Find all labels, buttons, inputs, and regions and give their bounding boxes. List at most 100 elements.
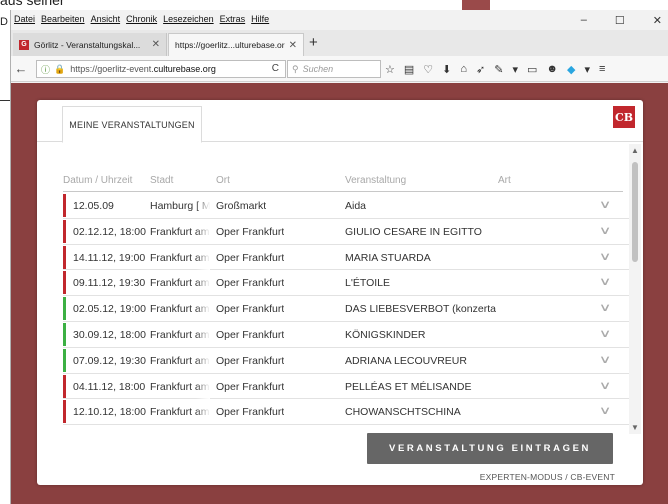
maximize-button[interactable]: ☐: [615, 14, 625, 27]
scroll-down-icon[interactable]: ▼: [631, 423, 639, 432]
cell-ort: Großmarkt: [216, 200, 267, 212]
tab-close-icon[interactable]: ✕: [289, 40, 297, 51]
table-row[interactable]: 12.05.09 Hamburg [ Mo Großmarkt Aida ∨: [63, 193, 629, 219]
scrollbar[interactable]: ▲ ▼: [629, 144, 641, 434]
status-bar: [63, 271, 66, 295]
table-row[interactable]: 07.09.12, 19:30 Frankfurt am Oper Frankfur…: [63, 347, 629, 374]
tab-bar: G Görlitz - Veranstaltungskal... ✕ https…: [11, 30, 668, 56]
menu-ansicht[interactable]: Ansicht: [88, 14, 124, 24]
status-bar: [63, 322, 66, 346]
cell-ort: Oper Frankfurt: [216, 354, 285, 367]
chevron-down-icon[interactable]: ∨: [599, 404, 612, 417]
scroll-up-icon[interactable]: ▲: [631, 146, 639, 155]
table-header: Datum / Uhrzeit Stadt Ort Veranstaltung …: [63, 172, 623, 192]
chevron-down-icon[interactable]: ∨: [599, 275, 612, 288]
reload-icon[interactable]: C: [272, 63, 279, 74]
cell-ort: Oper Frankfurt: [216, 225, 285, 238]
column-veranstaltung[interactable]: Veranstaltung: [345, 175, 406, 186]
chevron-down-icon[interactable]: ∨: [599, 353, 612, 366]
minimize-button[interactable]: –: [581, 14, 587, 26]
tab-close-icon[interactable]: ✕: [152, 39, 160, 50]
browser-window: Datei Bearbeiten Ansicht Chronik Lesezei…: [10, 10, 668, 504]
navigation-bar: ← ⓘ 🔒 https://goerlitz-event. culturebase…: [11, 56, 668, 82]
cell-datum: 04.11.12, 18:00: [73, 380, 146, 393]
events-panel: MEINE VERANSTALTUNGEN CB Datum / Uhrzeit…: [37, 100, 643, 485]
menu-hilfe[interactable]: Hilfe: [248, 14, 272, 24]
cell-ort: Oper Frankfurt: [216, 406, 285, 419]
table-row[interactable]: 30.09.12, 18:00 Frankfurt am Oper Frankfur…: [63, 321, 629, 348]
text-fade: [196, 373, 210, 399]
download-icon[interactable]: ⬇: [442, 63, 451, 76]
menu-datei[interactable]: Datei: [11, 14, 38, 24]
scrollbar-thumb[interactable]: [632, 162, 638, 262]
close-window-button[interactable]: ✕: [653, 14, 662, 27]
menu-chronik[interactable]: Chronik: [123, 14, 160, 24]
text-fade: [196, 347, 210, 373]
toolbar-icons: ☆ ▤ ♡ ⬇ ⌂ ➶ ✎ ▾ ▭ ☻ ◆ ▾ ≡: [385, 60, 605, 78]
extension-icon[interactable]: ◆: [567, 63, 575, 76]
cell-veranstaltung: KÖNIGSKINDER: [345, 328, 426, 341]
screenshot-icon[interactable]: ▭: [527, 63, 537, 76]
add-event-button[interactable]: VERANSTALTUNG EINTRAGEN: [367, 433, 613, 464]
tab-label: https://goerlitz...ulturebase.org/: [175, 40, 285, 50]
column-stadt[interactable]: Stadt: [150, 175, 173, 186]
tab-meine-veranstaltungen[interactable]: MEINE VERANSTALTUNGEN: [62, 106, 202, 143]
send-icon[interactable]: ➶: [476, 63, 485, 76]
status-bar: [63, 297, 66, 321]
table-row[interactable]: 02.05.12, 19:00 Frankfurt am Oper Frankfur…: [63, 296, 629, 322]
chevron-down-icon[interactable]: ∨: [599, 301, 612, 314]
dropdown-icon[interactable]: ▾: [584, 63, 590, 76]
table-row[interactable]: 14.11.12, 19:00 Frankfurt am Oper Frankfur…: [63, 244, 629, 271]
events-table: 12.05.09 Hamburg [ Mo Großmarkt Aida ∨ 02.12.…: [63, 193, 629, 426]
search-placeholder: Suchen: [302, 64, 334, 74]
cell-veranstaltung: CHOWANSCHTSCHINA: [345, 406, 461, 419]
back-arrow-icon[interactable]: ←: [11, 61, 31, 76]
menu-bearbeiten[interactable]: Bearbeiten: [38, 14, 88, 24]
cell-datum: 02.05.12, 19:00: [73, 303, 146, 316]
menu-extras[interactable]: Extras: [217, 14, 249, 24]
cell-datum: 12.10.12, 18:00: [73, 406, 146, 419]
dropdown-icon[interactable]: ▾: [512, 63, 518, 76]
tab-goerlitz[interactable]: G Görlitz - Veranstaltungskal... ✕: [13, 33, 167, 56]
cell-datum: 02.12.12, 18:00: [73, 225, 146, 238]
pen-icon[interactable]: ✎: [494, 63, 503, 76]
tab-culturebase[interactable]: https://goerlitz...ulturebase.org/ ✕: [168, 33, 304, 56]
column-ort[interactable]: Ort: [216, 175, 230, 186]
chevron-down-icon[interactable]: ∨: [599, 224, 612, 237]
table-row[interactable]: 02.12.12, 18:00 Frankfurt am Oper Frankfur…: [63, 218, 629, 245]
lock-icon[interactable]: 🔒: [54, 64, 65, 75]
hamburger-menu-icon[interactable]: ≡: [599, 63, 605, 75]
cell-datum: 14.11.12, 19:00: [73, 251, 146, 264]
menu-lesezeichen[interactable]: Lesezeichen: [160, 14, 217, 24]
cell-ort: Oper Frankfurt: [216, 328, 285, 341]
chevron-down-icon[interactable]: ∨: [599, 327, 612, 340]
info-icon[interactable]: ⓘ: [41, 63, 50, 76]
reader-icon[interactable]: ▤: [404, 63, 414, 76]
cell-datum: 30.09.12, 18:00: [73, 328, 146, 341]
new-tab-button[interactable]: +: [309, 34, 318, 51]
cell-veranstaltung: L'ÉTOILE: [345, 277, 390, 290]
column-datum[interactable]: Datum / Uhrzeit: [63, 175, 132, 186]
panel-tabs: MEINE VERANSTALTUNGEN CB: [37, 100, 643, 143]
culturebase-logo: CB: [613, 106, 635, 128]
search-input[interactable]: ⚲ Suchen: [287, 60, 381, 78]
emoji-icon[interactable]: ☻: [546, 63, 558, 75]
status-bar: [63, 400, 66, 424]
home-icon[interactable]: ⌂: [460, 63, 467, 75]
expert-mode-link[interactable]: EXPERTEN-MODUS / CB-EVENT: [480, 472, 615, 482]
column-art[interactable]: Art: [498, 175, 511, 186]
table-row[interactable]: 09.11.12, 19:30 Frankfurt am Oper Frankfur…: [63, 270, 629, 297]
bookmark-star-icon[interactable]: ☆: [385, 63, 395, 76]
chevron-down-icon[interactable]: ∨: [599, 198, 612, 211]
text-fade: [196, 296, 210, 322]
status-bar: [63, 374, 66, 398]
cell-ort: Oper Frankfurt: [216, 303, 285, 316]
url-bar[interactable]: ⓘ 🔒 https://goerlitz-event. culturebase.o…: [36, 60, 286, 78]
table-row[interactable]: 12.10.12, 18:00 Frankfurt am Oper Frankfur…: [63, 399, 629, 426]
page-background: MEINE VERANSTALTUNGEN CB Datum / Uhrzeit…: [11, 83, 668, 504]
pocket-icon[interactable]: ♡: [423, 63, 433, 76]
chevron-down-icon[interactable]: ∨: [599, 250, 612, 263]
chevron-down-icon[interactable]: ∨: [599, 379, 612, 392]
table-row[interactable]: 04.11.12, 18:00 Frankfurt am Oper Frankfur…: [63, 373, 629, 400]
status-bar: [63, 219, 66, 243]
